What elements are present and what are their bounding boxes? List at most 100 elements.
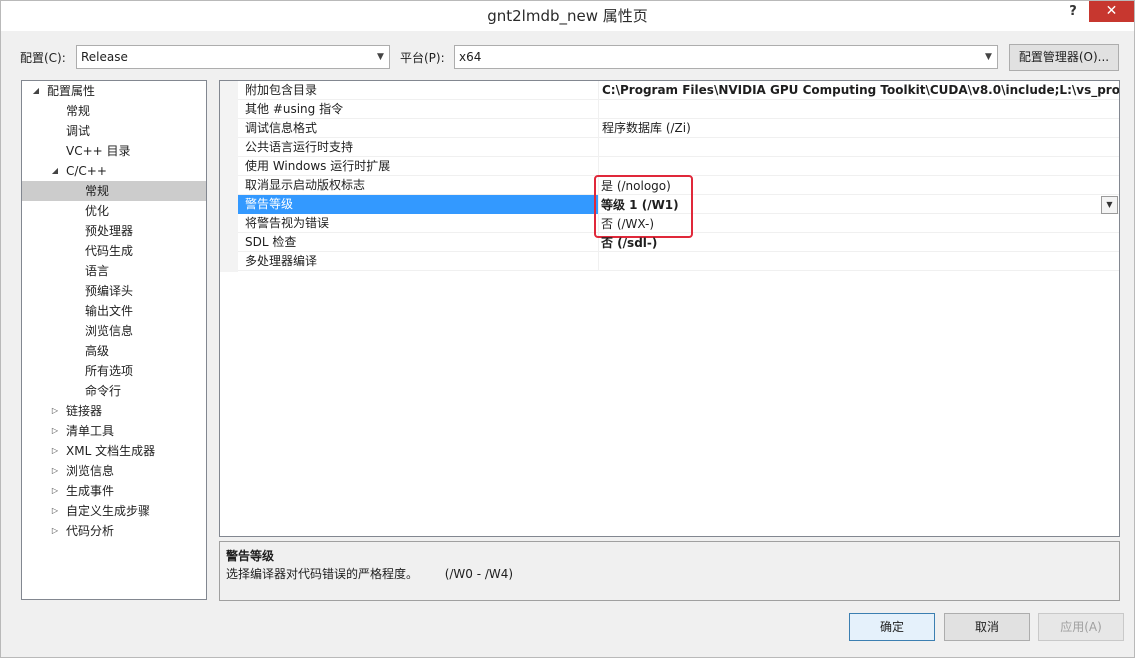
tree-item-label: 浏览信息: [85, 324, 134, 338]
tree-item[interactable]: 代码生成: [22, 241, 206, 261]
tree-item-label: 常规: [66, 104, 91, 118]
ok-button[interactable]: 确定: [849, 613, 935, 641]
property-name: 公共语言运行时支持: [238, 138, 599, 157]
tree-item-label: 高级: [85, 344, 110, 358]
tree-item[interactable]: ▷ XML 文档生成器: [22, 441, 206, 461]
chevron-down-icon: ▼: [377, 52, 384, 62]
property-name: 警告等级: [238, 195, 599, 214]
tree-item[interactable]: VC++ 目录: [22, 141, 206, 161]
tree-item-label: 自定义生成步骤: [66, 504, 151, 518]
tree-item[interactable]: 预编译头: [22, 281, 206, 301]
tree-item-label: 生成事件: [66, 484, 115, 498]
config-select-value: Release: [81, 50, 128, 64]
tree-item[interactable]: ◢ 配置属性: [22, 81, 206, 101]
property-value[interactable]: 程序数据库 (/Zi): [600, 119, 1119, 138]
property-grid[interactable]: 附加包含目录 C:\Program Files\NVIDIA GPU Comput…: [219, 80, 1120, 537]
config-manager-button[interactable]: 配置管理器(O)...: [1009, 44, 1119, 71]
tree-item[interactable]: 命令行: [22, 381, 206, 401]
tree-item-label: 代码生成: [85, 244, 134, 258]
tree-item-label: 配置属性: [47, 84, 96, 98]
help-button[interactable]: ?: [1057, 1, 1089, 23]
expand-arrow-icon[interactable]: ▷: [49, 441, 61, 461]
platform-select[interactable]: x64 ▼: [454, 45, 998, 69]
sdl-check-value[interactable]: 否 (/sdl-): [601, 234, 657, 253]
property-value[interactable]: C:\Program Files\NVIDIA GPU Computing To…: [600, 81, 1119, 100]
expand-arrow-icon[interactable]: ▷: [49, 421, 61, 441]
property-name: 附加包含目录: [238, 81, 599, 100]
description-text: 选择编译器对代码错误的严格程度。 (/W0 - /W4): [226, 567, 514, 581]
tree-item[interactable]: 语言: [22, 261, 206, 281]
warning-as-error-value[interactable]: 否 (/WX-): [601, 215, 654, 234]
property-row[interactable]: 调试信息格式 程序数据库 (/Zi): [238, 119, 1119, 138]
tree-item[interactable]: 常规: [22, 181, 206, 201]
tree-item-label: 命令行: [85, 384, 122, 398]
tree-item[interactable]: 优化: [22, 201, 206, 221]
description-title: 警告等级: [226, 549, 275, 563]
platform-label: 平台(P):: [400, 51, 445, 65]
property-row[interactable]: 附加包含目录 C:\Program Files\NVIDIA GPU Comput…: [238, 81, 1119, 100]
property-name: 使用 Windows 运行时扩展: [238, 157, 599, 176]
tree-item-label: C/C++: [66, 164, 107, 178]
tree-item[interactable]: 预处理器: [22, 221, 206, 241]
tree-item[interactable]: ▷ 代码分析: [22, 521, 206, 541]
tree-item-label: 调试: [66, 124, 91, 138]
property-value[interactable]: [600, 157, 1119, 176]
property-row[interactable]: 多处理器编译: [238, 252, 1119, 271]
expand-arrow-icon[interactable]: ▷: [49, 461, 61, 481]
expand-arrow-icon[interactable]: ▷: [49, 401, 61, 421]
tree-item[interactable]: 调试: [22, 121, 206, 141]
chevron-down-icon: ▼: [1106, 200, 1113, 209]
property-value[interactable]: [600, 138, 1119, 157]
tree-item[interactable]: ▷ 生成事件: [22, 481, 206, 501]
expand-arrow-icon[interactable]: ▷: [49, 481, 61, 501]
property-row[interactable]: 使用 Windows 运行时扩展: [238, 157, 1119, 176]
tree-item-label: XML 文档生成器: [66, 444, 156, 458]
tree-item[interactable]: 输出文件: [22, 301, 206, 321]
tree-item-label: 预处理器: [85, 224, 134, 238]
cancel-button[interactable]: 取消: [944, 613, 1030, 641]
apply-button[interactable]: 应用(A): [1038, 613, 1124, 641]
tree-item-label: 清单工具: [66, 424, 115, 438]
warning-level-dropdown-button[interactable]: ▼: [1101, 196, 1118, 214]
property-row[interactable]: 公共语言运行时支持: [238, 138, 1119, 157]
warning-level-value[interactable]: 等级 1 (/W1): [601, 196, 679, 215]
property-value[interactable]: [600, 100, 1119, 119]
tree-item[interactable]: ▷ 浏览信息: [22, 461, 206, 481]
property-name: SDL 检查: [238, 233, 599, 252]
tree-item[interactable]: ▷ 清单工具: [22, 421, 206, 441]
property-name: 调试信息格式: [238, 119, 599, 138]
collapse-arrow-icon[interactable]: ◢: [49, 161, 61, 181]
tree-item-label: 代码分析: [66, 524, 115, 538]
property-row[interactable]: 其他 #using 指令: [238, 100, 1119, 119]
close-button[interactable]: ✕: [1089, 1, 1134, 22]
tree-item[interactable]: ▷ 自定义生成步骤: [22, 501, 206, 521]
tree-item[interactable]: 常规: [22, 101, 206, 121]
grid-gutter: [220, 81, 238, 272]
tree-item[interactable]: ◢ C/C++: [22, 161, 206, 181]
tree-item-label: 浏览信息: [66, 464, 115, 478]
chevron-down-icon: ▼: [985, 52, 992, 62]
expand-arrow-icon[interactable]: ▷: [49, 501, 61, 521]
collapse-arrow-icon[interactable]: ◢: [30, 81, 42, 101]
tree-item[interactable]: 高级: [22, 341, 206, 361]
tree-item[interactable]: ▷ 链接器: [22, 401, 206, 421]
tree-item[interactable]: 浏览信息: [22, 321, 206, 341]
property-value[interactable]: [600, 252, 1119, 271]
property-tree[interactable]: ◢ 配置属性 常规 调试 VC++ 目录 ◢ C/C++ 常规 优化 预处理器 代码生成 语言 预编译头…: [21, 80, 207, 600]
title-bar: gnt2lmdb_new 属性页 ? ✕: [1, 1, 1134, 31]
property-name: 将警告视为错误: [238, 214, 599, 233]
expand-arrow-icon[interactable]: ▷: [49, 521, 61, 541]
description-panel: 警告等级 选择编译器对代码错误的严格程度。 (/W0 - /W4): [219, 541, 1120, 601]
tree-item-label: 预编译头: [85, 284, 134, 298]
property-name: 其他 #using 指令: [238, 100, 599, 119]
tree-item[interactable]: 所有选项: [22, 361, 206, 381]
tree-item-label: 链接器: [66, 404, 103, 418]
config-select[interactable]: Release ▼: [76, 45, 390, 69]
tree-item-label: 所有选项: [85, 364, 134, 378]
window-title: gnt2lmdb_new 属性页: [487, 7, 648, 25]
tree-item-label: VC++ 目录: [66, 144, 131, 158]
warning-level-option-nologo[interactable]: 是 (/nologo): [601, 177, 671, 196]
config-label: 配置(C):: [20, 51, 66, 65]
tree-item-label: 常规: [85, 184, 110, 198]
property-name: 多处理器编译: [238, 252, 599, 271]
